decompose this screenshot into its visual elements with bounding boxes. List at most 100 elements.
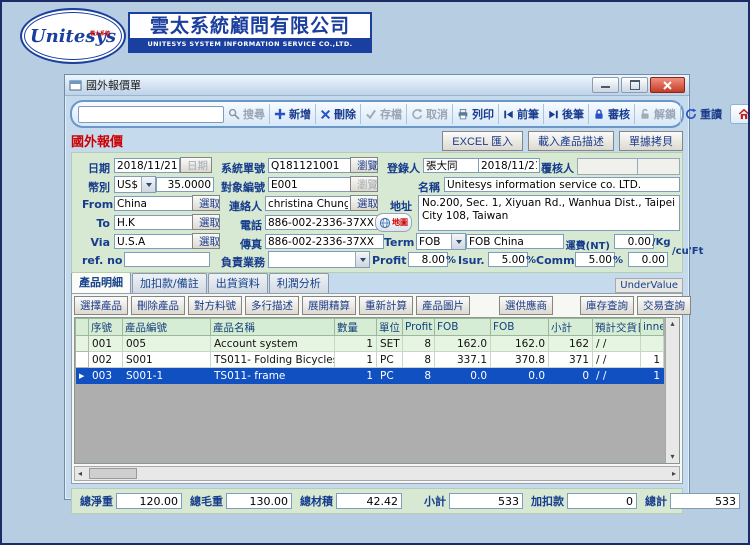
save-button[interactable]: 存檔 — [360, 104, 406, 124]
next-record-button[interactable]: 後筆 — [543, 104, 588, 124]
refno-input[interactable] — [124, 252, 210, 267]
maximize-button[interactable] — [621, 77, 648, 93]
load-product-desc-button[interactable]: 載入產品描述 — [528, 130, 614, 151]
phone-input[interactable] — [265, 215, 384, 230]
home-icon — [738, 108, 748, 120]
copy-document-button[interactable]: 單據拷貝 — [619, 130, 683, 151]
contact-pick-button[interactable]: 選取 — [350, 195, 378, 211]
transaction-query-button[interactable]: 交易查詢 — [637, 296, 691, 315]
to-input[interactable] — [114, 215, 194, 230]
from-pick-button[interactable]: 選取 — [192, 195, 220, 211]
search-button[interactable]: 搜尋 — [224, 104, 269, 124]
home-button[interactable]: 首頁 — [730, 104, 748, 124]
col-profit[interactable]: Profit — [402, 318, 435, 336]
delete-button[interactable]: 刪除 — [315, 104, 360, 124]
expand-calc-button[interactable]: 展開精算 — [302, 296, 356, 315]
chevron-down-icon — [455, 239, 462, 244]
date-button[interactable]: 日期 — [180, 157, 212, 173]
term-desc-input[interactable] — [466, 234, 564, 249]
term-dropdown[interactable] — [451, 234, 465, 249]
scroll-right-icon[interactable]: ▸ — [672, 468, 676, 480]
col-fob1[interactable]: FOB — [434, 318, 491, 336]
partner-input[interactable] — [268, 177, 352, 192]
sysno-browse-button[interactable]: 瀏覽 — [350, 157, 378, 173]
fax-input[interactable] — [265, 234, 384, 249]
net-weight-field — [116, 493, 182, 509]
product-image-button[interactable]: 產品圖片 — [416, 296, 470, 315]
col-subtotal[interactable]: 小計 — [548, 318, 593, 336]
counterpart-code-button[interactable]: 對方料號 — [188, 296, 242, 315]
close-button[interactable] — [650, 77, 685, 93]
sales-dropdown[interactable] — [355, 252, 369, 267]
minimize-button[interactable] — [592, 77, 619, 93]
refno-label: ref. no — [82, 254, 123, 267]
name-input[interactable] — [444, 177, 680, 192]
scroll-left-icon[interactable]: ◂ — [78, 468, 82, 480]
col-unit[interactable]: 單位 — [376, 318, 403, 336]
tab-product-detail[interactable]: 產品明細 — [71, 272, 131, 293]
via-input[interactable] — [114, 234, 194, 249]
multiline-desc-button[interactable]: 多行描述 — [245, 296, 299, 315]
vertical-scrollbar[interactable]: ▴ ▾ — [665, 318, 679, 463]
currency-select[interactable]: US$ — [114, 176, 156, 193]
sysno-input[interactable] — [268, 158, 352, 173]
cancel-button[interactable]: 取消 — [406, 104, 452, 124]
tab-shipping-info[interactable]: 出貨資料 — [207, 273, 268, 293]
from-input[interactable] — [114, 196, 194, 211]
freight-unit: /Kg — [652, 237, 671, 248]
exchange-rate-input[interactable] — [156, 177, 214, 192]
col-qty[interactable]: 數量 — [334, 318, 377, 336]
scroll-up-icon[interactable]: ▴ — [670, 318, 674, 330]
address-textarea[interactable]: No.200, Sec. 1, Xiyuan Rd., Wanhua Dist.… — [418, 195, 680, 231]
delete-product-button[interactable]: 刪除產品 — [131, 296, 185, 315]
reload-button[interactable]: 重讀 — [680, 104, 726, 124]
contact-input[interactable] — [265, 196, 351, 211]
print-button[interactable]: 列印 — [452, 104, 498, 124]
main-toolbar: 搜尋 新增 刪除 存檔 取消 列印 前筆 後筆 審核 解鎖 重讀 — [70, 100, 748, 128]
to-label: To — [96, 217, 110, 230]
sales-select[interactable] — [268, 251, 370, 268]
date-input[interactable] — [114, 158, 180, 173]
currency-dropdown[interactable] — [141, 177, 155, 192]
unlock-icon — [641, 108, 649, 119]
add-button[interactable]: 新增 — [269, 104, 315, 124]
profit-input[interactable] — [408, 252, 448, 267]
excel-import-button[interactable]: EXCEL 匯入 — [442, 130, 523, 151]
company-name: 雲太系統顧問有限公司 — [149, 15, 350, 37]
scroll-down-icon[interactable]: ▾ — [670, 451, 674, 463]
table-row-selected[interactable]: ▶ 003 S001-1 TS011- frame 1 PC 8 0.0 0.0… — [75, 367, 664, 384]
map-button[interactable]: 地圖 — [375, 213, 412, 232]
to-pick-button[interactable]: 選取 — [192, 214, 220, 230]
term-select[interactable]: FOB — [416, 233, 466, 250]
col-seq[interactable]: 序號 — [88, 318, 123, 336]
titlebar[interactable]: 國外報價單 — [65, 75, 689, 96]
col-product-code[interactable]: 產品編號 — [122, 318, 211, 336]
via-pick-button[interactable]: 選取 — [192, 233, 220, 249]
horizontal-scrollbar[interactable]: ◂ ▸ — [74, 466, 680, 481]
table-row[interactable]: 002 S001 TS011- Folding Bicycles 1 PC 8 … — [75, 351, 664, 368]
scrollbar-thumb[interactable] — [89, 468, 137, 479]
tab-adjustments-notes[interactable]: 加扣款/備註 — [132, 273, 207, 293]
term-label: Term — [384, 236, 415, 249]
unlock-button[interactable]: 解鎖 — [634, 104, 680, 124]
col-inner[interactable]: inner — [640, 318, 664, 336]
select-product-button[interactable]: 選擇產品 — [74, 296, 128, 315]
select-supplier-button[interactable]: 選供應商 — [499, 296, 553, 315]
partner-browse-button[interactable]: 瀏覽 — [350, 176, 378, 192]
col-fob2[interactable]: FOB — [490, 318, 549, 336]
col-product-name[interactable]: 產品名稱 — [210, 318, 335, 336]
recalculate-button[interactable]: 重新計算 — [359, 296, 413, 315]
col-delivery-date[interactable]: 預計交貨日 — [592, 318, 641, 336]
prev-record-button[interactable]: 前筆 — [498, 104, 543, 124]
cuft-input[interactable] — [628, 252, 668, 267]
search-input[interactable] — [78, 105, 224, 123]
table-row[interactable]: 001 005 Account system 1 SET 8 162.0 162… — [75, 335, 664, 352]
approve-button[interactable]: 審核 — [588, 104, 634, 124]
comm-input[interactable] — [575, 252, 615, 267]
freight-input[interactable] — [614, 234, 654, 249]
isur-input[interactable] — [488, 252, 528, 267]
delete-icon — [320, 109, 331, 119]
tab-profit-analysis[interactable]: 利潤分析 — [268, 273, 329, 293]
stock-query-button[interactable]: 庫存查詢 — [580, 296, 634, 315]
subtotal-label: 小計 — [424, 495, 446, 508]
